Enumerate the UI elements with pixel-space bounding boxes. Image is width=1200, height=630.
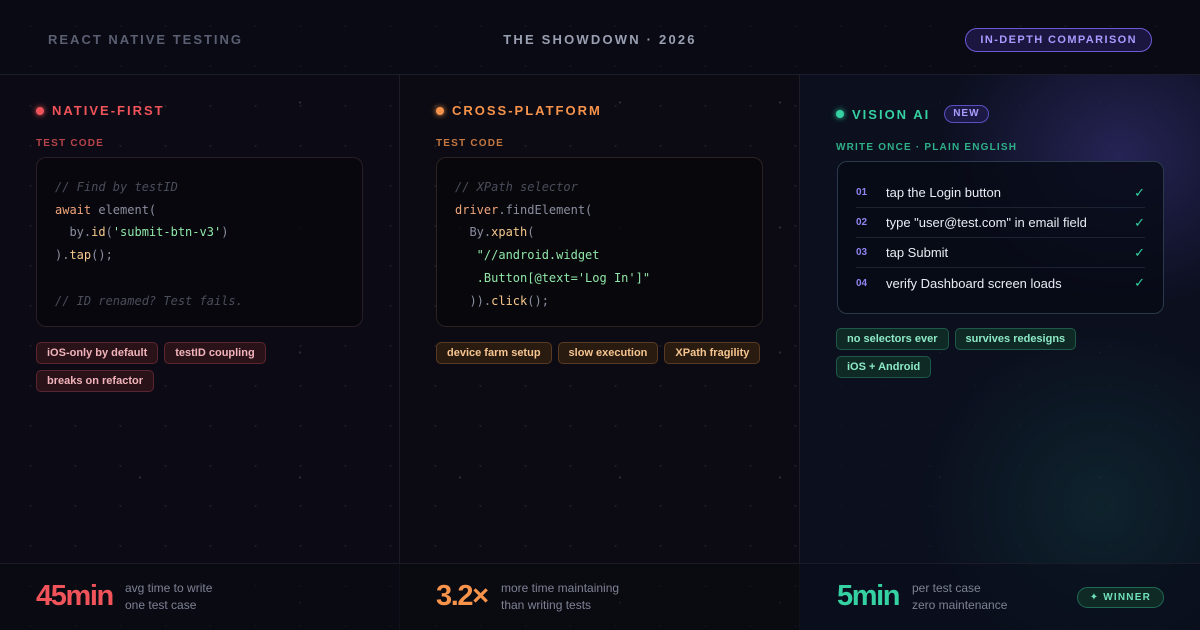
column-title: VISION AI NEW [836, 105, 989, 123]
column-cross-platform: CROSS-PLATFORM TEST CODE // XPath select… [400, 75, 800, 630]
code-text: (); [91, 248, 113, 263]
check-icon: ✓ [1134, 275, 1145, 290]
code-block: // XPath selector driver.findElement( By… [436, 157, 763, 327]
code-string: "//android.widget [455, 248, 600, 263]
stat-description-line: per test case [912, 581, 981, 595]
plain-english-steps: 01 tap the Login button ✓ 02 type "user@… [837, 161, 1164, 314]
stat-value: 3.2× [436, 580, 489, 612]
code-function: xpath [491, 225, 528, 240]
stat-description: per test case zero maintenance [912, 580, 1007, 614]
tag: breaks on refactor [36, 370, 154, 392]
column-title: CROSS-PLATFORM [436, 103, 602, 118]
tag: iOS + Android [836, 356, 932, 378]
status-dot-icon [436, 106, 444, 115]
stat-footer: 5min per test case zero maintenance ✦ WI… [800, 563, 1200, 630]
step-text: tap the Login button [886, 185, 1001, 200]
tag: device farm setup [436, 342, 552, 364]
tag: testID coupling [164, 342, 266, 364]
stat-value: 45min [36, 580, 114, 612]
stat-footer: 3.2× more time maintaining than writing … [400, 563, 800, 630]
code-text: element( [91, 202, 157, 217]
code-label: TEST CODE [436, 138, 505, 149]
tag: slow execution [557, 342, 659, 364]
stat-description: more time maintaining than writing tests [501, 580, 619, 614]
step-number: 02 [856, 217, 868, 228]
winner-badge: ✦ WINNER [1076, 587, 1164, 608]
check-icon: ✓ [1134, 184, 1145, 200]
code-function: tap [69, 248, 92, 263]
step-number: 04 [856, 277, 868, 289]
status-dot-icon [36, 106, 44, 115]
code-text: ). [55, 248, 70, 263]
code-keyword: await [55, 202, 92, 217]
tag: no selectors ever [836, 328, 949, 350]
header-bar: REACT NATIVE TESTING THE SHOWDOWN · 2026… [0, 0, 1200, 75]
drawback-tags: iOS-only by default testID coupling brea… [36, 342, 376, 392]
step-text: tap Submit [886, 245, 949, 260]
stat-description-line: one test case [125, 598, 197, 612]
step-row: 01 tap the Login button ✓ [856, 178, 1145, 208]
step-text: verify Dashboard screen loads [886, 275, 1062, 291]
tag: XPath fragility [664, 342, 761, 364]
tag: survives redesigns [954, 328, 1077, 350]
code-comment: // ID renamed? Test fails. [55, 293, 243, 308]
comparison-badge: IN-DEPTH COMPARISON [965, 28, 1152, 52]
stat-value: 5min [837, 580, 900, 612]
code-label: TEST CODE [36, 138, 105, 149]
code-text: .findElement( [498, 202, 593, 217]
column-title: NATIVE-FIRST [36, 103, 165, 118]
code-string: 'submit-btn-v3' [112, 225, 222, 240]
step-text: type "user@test.com" in email field [886, 215, 1087, 230]
code-string: .Button[@text='Log In']" [455, 270, 651, 285]
code-text: ( [527, 225, 535, 240]
code-text: (); [527, 293, 549, 308]
stat-footer: 45min avg time to write one test case [0, 563, 400, 630]
column-vision-ai: VISION AI NEW WRITE ONCE · PLAIN ENGLISH… [800, 75, 1200, 630]
step-row: 02 type "user@test.com" in email field ✓ [856, 208, 1145, 238]
stat-description-line: than writing tests [501, 598, 592, 612]
step-number: 03 [856, 247, 868, 258]
code-text: by. [55, 225, 92, 240]
check-icon: ✓ [1134, 244, 1145, 260]
column-title-text: NATIVE-FIRST [52, 103, 165, 118]
column-title-text: VISION AI [852, 106, 931, 122]
code-text: By. [455, 225, 492, 240]
check-icon: ✓ [1134, 214, 1145, 230]
drawback-tags: device farm setup slow execution XPath f… [436, 342, 776, 364]
code-keyword: driver [455, 202, 499, 217]
step-row: 03 tap Submit ✓ [856, 238, 1145, 268]
code-text: )). [455, 293, 492, 308]
column-title-text: CROSS-PLATFORM [452, 103, 602, 118]
steps-label: WRITE ONCE · PLAIN ENGLISH [836, 142, 1018, 153]
code-block: // Find by testID await element( by.id('… [36, 157, 363, 327]
code-function: click [491, 293, 528, 308]
column-native-first: NATIVE-FIRST TEST CODE // Find by testID… [0, 75, 400, 630]
stat-description: avg time to write one test case [125, 580, 212, 614]
tag: iOS-only by default [36, 342, 159, 364]
status-dot-icon [836, 110, 844, 118]
code-text: ) [221, 225, 229, 240]
benefit-tags: no selectors ever survives redesigns iOS… [836, 328, 1176, 378]
stat-description-line: more time maintaining [501, 581, 620, 595]
new-badge: NEW [944, 105, 989, 123]
stat-description-line: avg time to write [125, 581, 213, 595]
step-row: 04 verify Dashboard screen loads ✓ [856, 268, 1145, 298]
stat-description-line: zero maintenance [912, 598, 1008, 612]
code-comment: // XPath selector [455, 180, 578, 194]
step-number: 01 [856, 187, 868, 198]
code-comment: // Find by testID [55, 180, 178, 194]
code-function: id [91, 225, 106, 240]
code-text: ( [105, 225, 113, 240]
